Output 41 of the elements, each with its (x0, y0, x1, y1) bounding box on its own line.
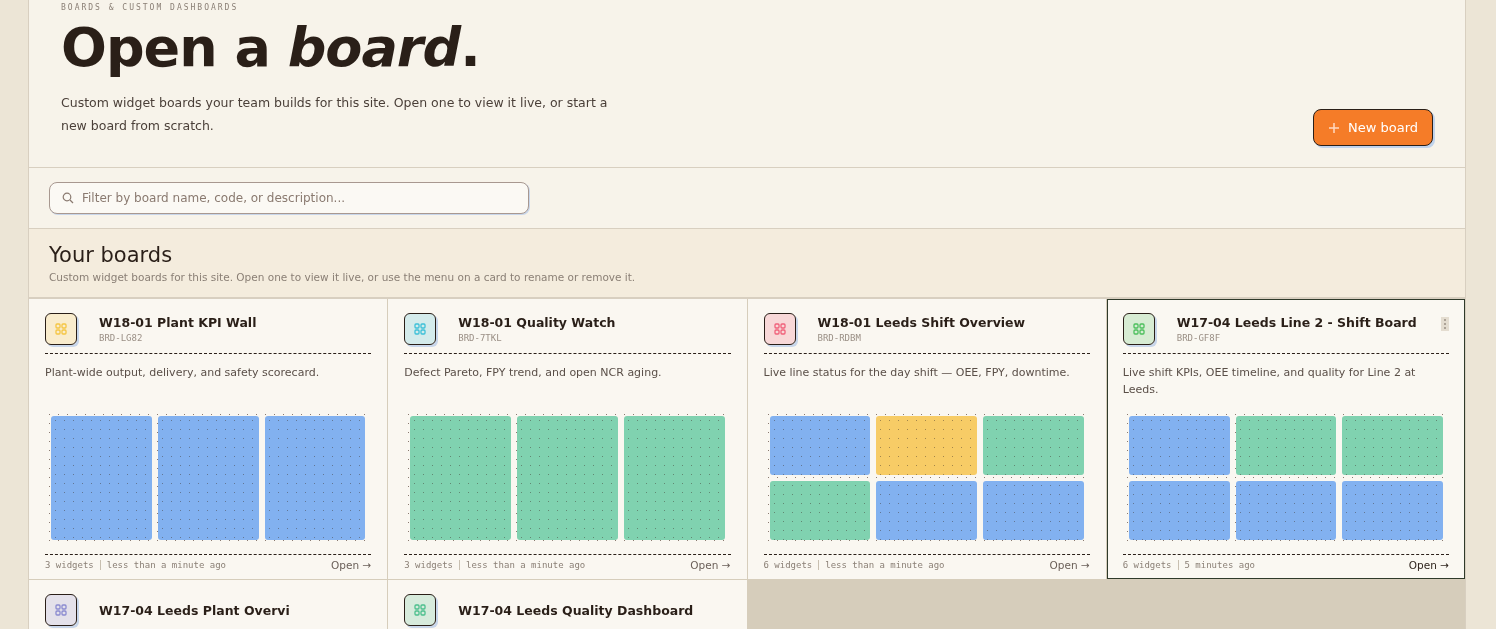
page-description: Custom widget boards your team builds for this site. Open one to view it live, or start a new board from scratch. (61, 94, 609, 135)
eyebrow-label: BOARDS & CUSTOM DASHBOARDS (61, 3, 240, 13)
board-code: BRD-GF8F (1176, 333, 1222, 343)
board-card[interactable]: W18-01 Plant KPI Wall BRD-LG82 Plant-wide output, delivery, and safety scorecard. 3 widgets less than a minute ago Open → (29, 299, 388, 579)
open-link[interactable]: Open → (1049, 559, 1090, 571)
updated-time: less than a minute ago (466, 560, 586, 570)
page-title: Open a board. (61, 19, 481, 77)
board-description: Defect Pareto, FPY trend, and open NCR aging. (404, 365, 663, 381)
widget-count: 3 widgets (404, 560, 454, 570)
plus-icon (1327, 121, 1340, 134)
updated-time: 5 minutes ago (1184, 560, 1255, 570)
board-title: W17-04 Leeds Plant Overvi (99, 602, 291, 618)
open-link[interactable]: Open → (331, 559, 372, 571)
board-title: W18-01 Leeds Shift Overview (817, 315, 1027, 330)
board-title: W18-01 Quality Watch (458, 315, 617, 330)
board-code: BRD-LG82 (99, 333, 144, 343)
board-title: W17-04 Leeds Quality Dashboard (458, 602, 695, 618)
updated-time: less than a minute ago (825, 560, 945, 570)
open-link[interactable]: Open → (690, 559, 731, 571)
board-code: BRD-RDBM (817, 333, 862, 343)
more-menu-icon[interactable] (1441, 317, 1449, 331)
board-card[interactable]: W18-01 Quality Watch BRD-7TKL Defect Pareto, FPY trend, and open NCR aging. 3 widgets less than a minute ago Open → (388, 299, 747, 579)
search-field[interactable]: Filter by board name, code, or description... (49, 182, 529, 214)
widget-count: 3 widgets (45, 560, 94, 570)
widget-count: 6 widgets (763, 560, 813, 570)
board-card[interactable]: W17-04 Leeds Plant Overvi (29, 580, 388, 629)
board-description: Live shift KPIs, OEE timeline, and quality for Line 2 at Leeds. (1122, 365, 1417, 398)
board-description: Plant-wide output, delivery, and safety scorecard. (45, 365, 321, 381)
section-subtitle: Custom widget boards for this site. Open one to view it live, or use the menu on a card to rename or remove it. (49, 271, 637, 283)
board-card[interactable]: W17-04 Leeds Line 2 - Shift Board BRD-GF8F Live shift KPIs, OEE timeline, and quality for Line 2 at Leeds. 6 widgets 5 minutes ago Open → (1106, 299, 1465, 579)
board-title: W17-04 Leeds Line 2 - Shift Board (1176, 315, 1418, 330)
board-code: BRD-7TKL (458, 333, 503, 343)
board-card[interactable]: W18-01 Leeds Shift Overview BRD-RDBM Live line status for the day shift — OEE, FPY, downtime. 6 widgets less than a minute ago Open → (747, 299, 1106, 579)
open-link[interactable]: Open → (1408, 559, 1449, 571)
updated-time: less than a minute ago (106, 560, 226, 570)
widget-count: 6 widgets (1122, 560, 1172, 570)
board-description: Live line status for the day shift — OEE, FPY, downtime. (763, 365, 1071, 381)
board-card[interactable]: W17-04 Leeds Quality Dashboard (388, 580, 747, 629)
search-icon (62, 192, 74, 204)
board-title: W18-01 Plant KPI Wall (99, 315, 258, 330)
section-title: Your boards (49, 243, 174, 267)
